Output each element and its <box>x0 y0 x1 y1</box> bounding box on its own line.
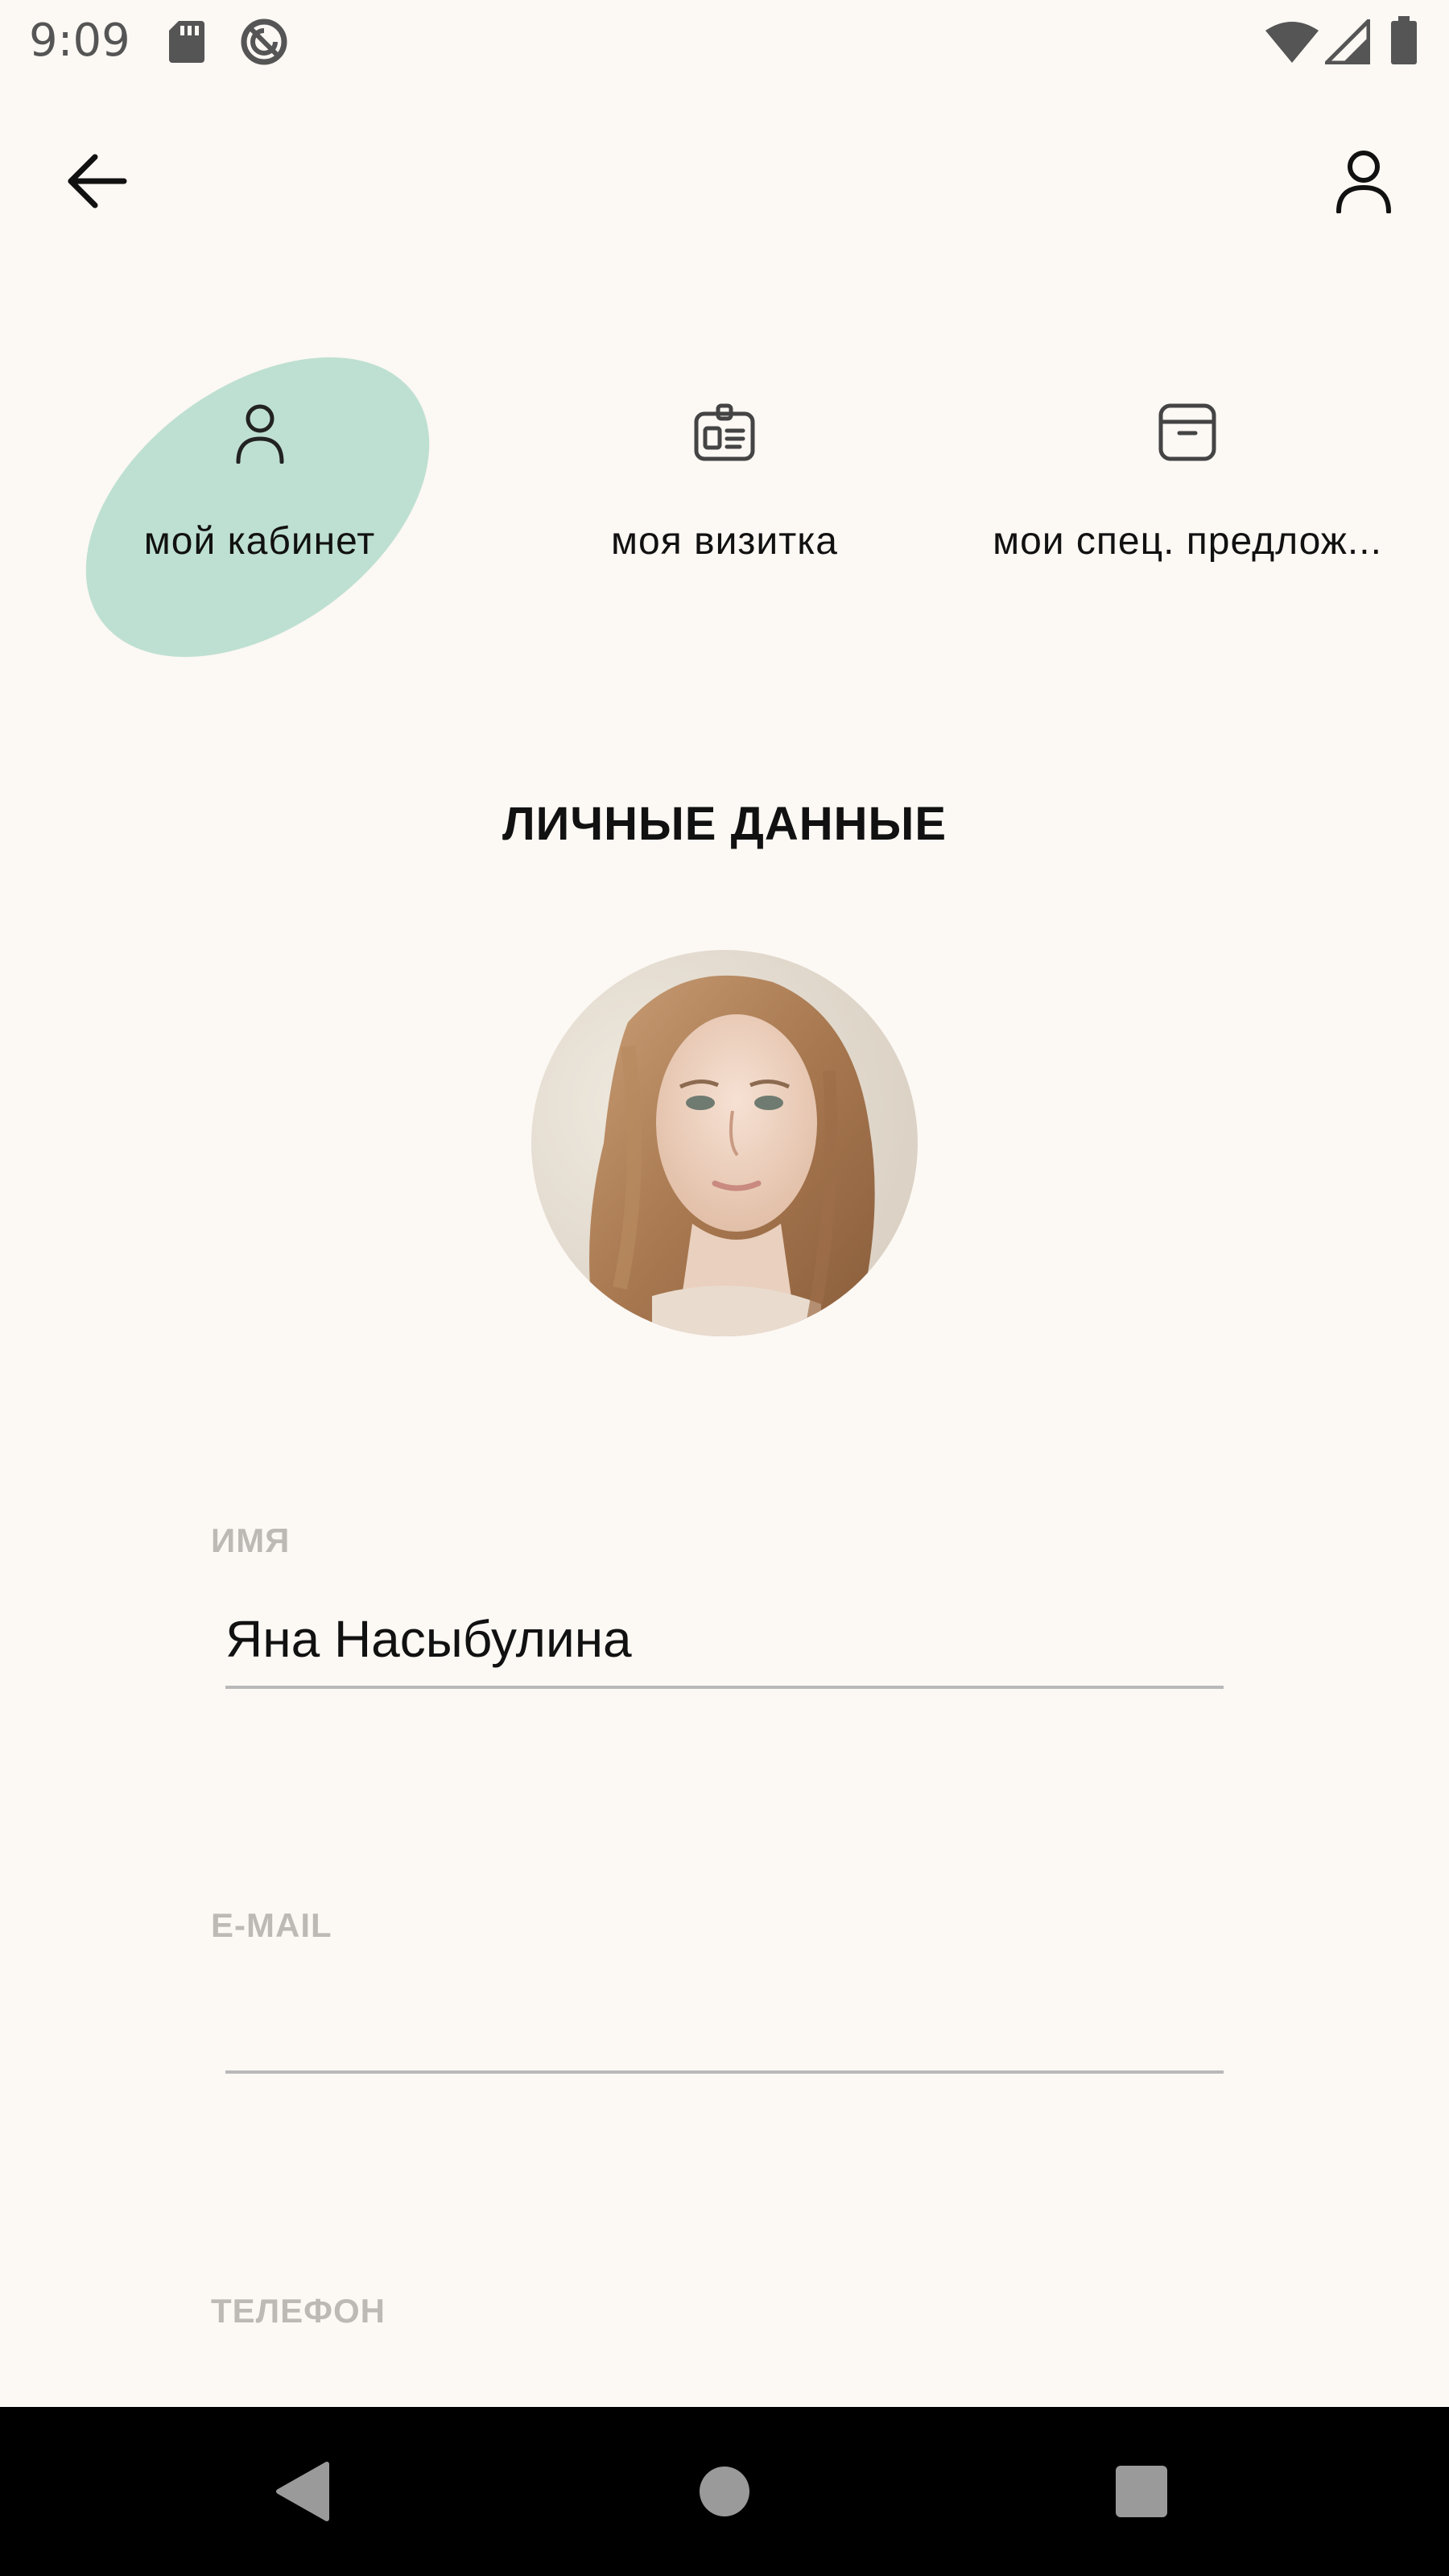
recents-square-icon <box>1116 2466 1167 2517</box>
navigation-bar <box>0 2407 1449 2576</box>
archive-box-icon <box>1158 403 1216 461</box>
tab-label: мой кабинет <box>143 520 376 563</box>
avatar[interactable] <box>531 950 918 1336</box>
back-button[interactable] <box>48 133 145 229</box>
tab-label: мои спец. предлож... <box>993 520 1382 563</box>
section-title: ЛИЧНЫЕ ДАННЫЕ <box>502 798 947 850</box>
sd-card-icon <box>169 21 204 63</box>
email-label: E-MAIL <box>211 1906 332 1944</box>
nav-recents-button[interactable] <box>1085 2435 1198 2548</box>
avatar-photo <box>531 950 918 1336</box>
tab-my-special-offers[interactable]: мои спец. предлож... <box>958 378 1417 620</box>
wifi-icon <box>1265 22 1319 63</box>
id-badge-icon <box>694 403 755 461</box>
nav-home-button[interactable] <box>668 2435 781 2548</box>
user-icon <box>236 404 283 464</box>
back-triangle-icon <box>276 2462 329 2521</box>
nav-back-button[interactable] <box>246 2435 358 2548</box>
tab-my-cabinet[interactable]: мой кабинет <box>72 378 447 620</box>
status-time: 9:09 <box>29 14 130 67</box>
tab-my-card[interactable]: моя визитка <box>531 378 918 620</box>
sync-disabled-icon <box>241 19 287 65</box>
name-label: ИМЯ <box>211 1521 291 1559</box>
battery-icon <box>1391 16 1417 64</box>
profile-button[interactable] <box>1315 133 1412 229</box>
signal-icon <box>1325 19 1370 64</box>
email-field[interactable] <box>225 1977 1224 2074</box>
user-icon <box>1336 151 1391 213</box>
status-bar: 9:09 <box>0 0 1449 89</box>
arrow-left-icon <box>68 154 127 208</box>
home-circle-icon <box>700 2467 749 2516</box>
phone-label: ТЕЛЕФОН <box>211 2292 386 2330</box>
name-field[interactable] <box>225 1592 1224 1689</box>
tab-label: моя визитка <box>611 520 838 563</box>
